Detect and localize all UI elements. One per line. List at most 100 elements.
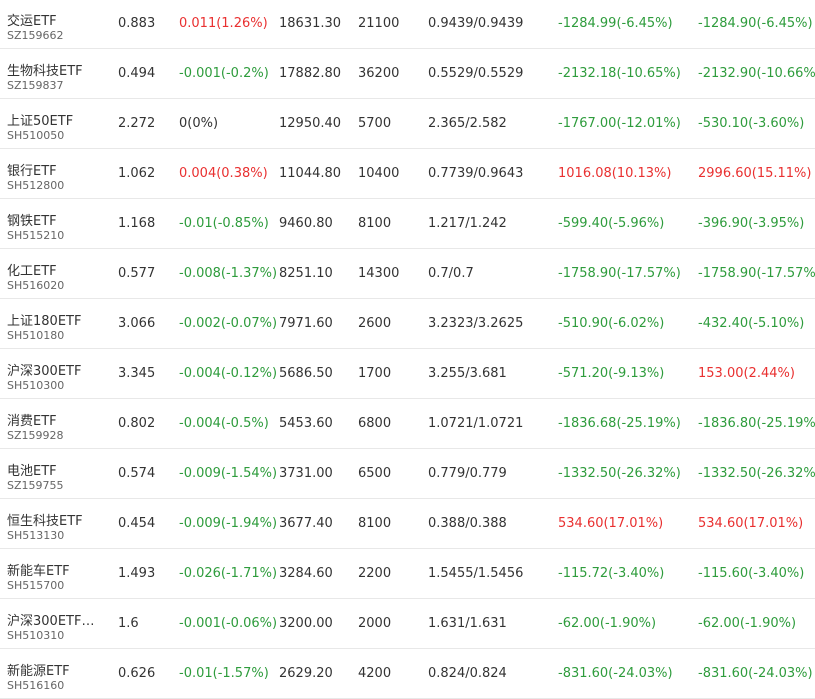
profit-loss-total: 153.00(2.44%) — [698, 366, 795, 381]
current-price: 0.626 — [118, 666, 156, 681]
market-value: 9460.80 — [279, 216, 333, 231]
holding-row[interactable]: 消费ETF SZ159928 0.802 -0.004(-0.5%) 5453.… — [0, 399, 815, 449]
profit-loss-value: -599.40(-5.96%) — [558, 216, 665, 231]
share-count: 6800 — [358, 416, 392, 431]
fund-name[interactable]: 银行ETF — [7, 160, 57, 179]
market-value: 17882.80 — [279, 66, 342, 81]
cost-price: 0.5529/0.5529 — [428, 66, 524, 81]
market-value: 5686.50 — [279, 366, 333, 381]
fund-name[interactable]: 电池ETF — [7, 460, 57, 479]
fund-cell: 沪深300ETF… SH510310 — [7, 599, 107, 648]
price-change: -0.002(-0.07%) — [179, 316, 278, 331]
holding-row[interactable]: 交运ETF SZ159662 0.883 0.011(1.26%) 18631.… — [0, 0, 815, 49]
fund-code: SZ159662 — [7, 29, 64, 42]
market-value: 12950.40 — [279, 116, 342, 131]
fund-cell: 钢铁ETF SH515210 — [7, 199, 107, 248]
profit-loss-total: -396.90(-3.95%) — [698, 216, 805, 231]
fund-code: SZ159928 — [7, 429, 64, 442]
fund-name[interactable]: 生物科技ETF — [7, 60, 83, 79]
holding-row[interactable]: 钢铁ETF SH515210 1.168 -0.01(-0.85%) 9460.… — [0, 199, 815, 249]
fund-cell: 生物科技ETF SZ159837 — [7, 49, 107, 98]
share-count: 8100 — [358, 516, 392, 531]
profit-loss-total: 2996.60(15.11%) — [698, 166, 812, 181]
holding-row[interactable]: 新能车ETF SH515700 1.493 -0.026(-1.71%) 328… — [0, 549, 815, 599]
holding-row[interactable]: 沪深300ETF… SH510310 1.6 -0.001(-0.06%) 32… — [0, 599, 815, 649]
price-change: -0.01(-1.57%) — [179, 666, 269, 681]
fund-name[interactable]: 化工ETF — [7, 260, 57, 279]
share-count: 2000 — [358, 616, 392, 631]
market-value: 5453.60 — [279, 416, 333, 431]
fund-cell: 交运ETF SZ159662 — [7, 0, 107, 48]
holding-row[interactable]: 化工ETF SH516020 0.577 -0.008(-1.37%) 8251… — [0, 249, 815, 299]
fund-cell: 消费ETF SZ159928 — [7, 399, 107, 448]
cost-price: 1.5455/1.5456 — [428, 566, 524, 581]
current-price: 1.6 — [118, 616, 139, 631]
price-change: -0.004(-0.5%) — [179, 416, 269, 431]
fund-cell: 新能源ETF SH516160 — [7, 649, 107, 698]
holding-row[interactable]: 电池ETF SZ159755 0.574 -0.009(-1.54%) 3731… — [0, 449, 815, 499]
fund-name[interactable]: 沪深300ETF — [7, 360, 81, 379]
price-change: -0.009(-1.94%) — [179, 516, 278, 531]
share-count: 2600 — [358, 316, 392, 331]
holding-row[interactable]: 上证50ETF SH510050 2.272 0(0%) 12950.40 57… — [0, 99, 815, 149]
fund-cell: 银行ETF SH512800 — [7, 149, 107, 198]
current-price: 1.062 — [118, 166, 156, 181]
fund-name[interactable]: 上证180ETF — [7, 310, 81, 329]
share-count: 14300 — [358, 266, 400, 281]
fund-code: SH513130 — [7, 529, 65, 542]
share-count: 5700 — [358, 116, 392, 131]
market-value: 11044.80 — [279, 166, 342, 181]
fund-cell: 恒生科技ETF SH513130 — [7, 499, 107, 548]
price-change: -0.001(-0.06%) — [179, 616, 278, 631]
share-count: 4200 — [358, 666, 392, 681]
holding-row[interactable]: 恒生科技ETF SH513130 0.454 -0.009(-1.94%) 36… — [0, 499, 815, 549]
profit-loss-value: -1836.68(-25.19%) — [558, 416, 681, 431]
fund-name[interactable]: 沪深300ETF… — [7, 610, 94, 629]
profit-loss-total: -1758.90(-17.57%) — [698, 266, 815, 281]
fund-name[interactable]: 恒生科技ETF — [7, 510, 83, 529]
fund-code: SH515700 — [7, 579, 65, 592]
profit-loss-total: -62.00(-1.90%) — [698, 616, 797, 631]
profit-loss-total: -1836.80(-25.19%) — [698, 416, 815, 431]
current-price: 3.345 — [118, 366, 156, 381]
market-value: 3731.00 — [279, 466, 333, 481]
profit-loss-value: -1332.50(-26.32%) — [558, 466, 681, 481]
price-change: 0(0%) — [179, 116, 219, 131]
profit-loss-value: 1016.08(10.13%) — [558, 166, 672, 181]
holding-row[interactable]: 银行ETF SH512800 1.062 0.004(0.38%) 11044.… — [0, 149, 815, 199]
holding-row[interactable]: 上证180ETF SH510180 3.066 -0.002(-0.07%) 7… — [0, 299, 815, 349]
profit-loss-value: -1767.00(-12.01%) — [558, 116, 681, 131]
market-value: 3284.60 — [279, 566, 333, 581]
price-change: -0.026(-1.71%) — [179, 566, 278, 581]
current-price: 0.494 — [118, 66, 156, 81]
fund-code: SZ159837 — [7, 79, 64, 92]
share-count: 36200 — [358, 66, 400, 81]
price-change: 0.004(0.38%) — [179, 166, 268, 181]
fund-name[interactable]: 新能车ETF — [7, 560, 70, 579]
price-change: -0.004(-0.12%) — [179, 366, 278, 381]
fund-cell: 新能车ETF SH515700 — [7, 549, 107, 598]
fund-cell: 电池ETF SZ159755 — [7, 449, 107, 498]
profit-loss-value: 534.60(17.01%) — [558, 516, 664, 531]
fund-code: SH516160 — [7, 679, 65, 692]
fund-name[interactable]: 上证50ETF — [7, 110, 73, 129]
price-change: -0.008(-1.37%) — [179, 266, 278, 281]
fund-name[interactable]: 钢铁ETF — [7, 210, 57, 229]
fund-code: SH510310 — [7, 629, 65, 642]
profit-loss-value: -62.00(-1.90%) — [558, 616, 657, 631]
fund-code: SH510050 — [7, 129, 65, 142]
fund-name[interactable]: 消费ETF — [7, 410, 57, 429]
fund-name[interactable]: 交运ETF — [7, 10, 57, 29]
market-value: 3677.40 — [279, 516, 333, 531]
holding-row[interactable]: 新能源ETF SH516160 0.626 -0.01(-1.57%) 2629… — [0, 649, 815, 699]
share-count: 1700 — [358, 366, 392, 381]
profit-loss-value: -2132.18(-10.65%) — [558, 66, 681, 81]
cost-price: 0.779/0.779 — [428, 466, 507, 481]
current-price: 2.272 — [118, 116, 156, 131]
holding-row[interactable]: 生物科技ETF SZ159837 0.494 -0.001(-0.2%) 178… — [0, 49, 815, 99]
share-count: 10400 — [358, 166, 400, 181]
holding-row[interactable]: 沪深300ETF SH510300 3.345 -0.004(-0.12%) 5… — [0, 349, 815, 399]
fund-code: SH510300 — [7, 379, 65, 392]
fund-name[interactable]: 新能源ETF — [7, 660, 70, 679]
market-value: 8251.10 — [279, 266, 333, 281]
